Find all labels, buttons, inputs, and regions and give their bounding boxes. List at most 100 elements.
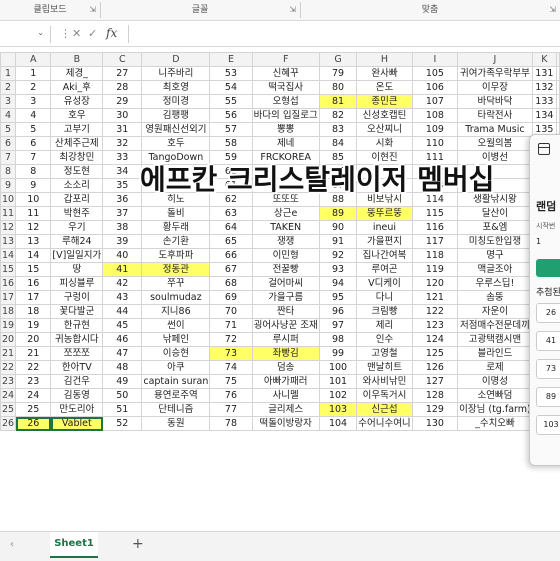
cell-d15[interactable]: 정동관: [141, 262, 211, 277]
column-header-k[interactable]: K: [531, 52, 558, 67]
cell-f14[interactable]: 이민형: [251, 248, 320, 263]
cell-e24[interactable]: 76: [209, 388, 253, 403]
cell-d14[interactable]: 도후파파: [141, 248, 211, 263]
cell-a5[interactable]: 5: [15, 122, 52, 137]
row-header[interactable]: 5: [0, 122, 17, 137]
cell-h12[interactable]: ineui: [356, 220, 413, 235]
cell-b19[interactable]: 한규현: [50, 318, 104, 333]
cell-i3[interactable]: 107: [411, 94, 459, 109]
cell-h6[interactable]: 시화: [356, 136, 413, 151]
row-header[interactable]: 19: [0, 318, 17, 333]
cell-c21[interactable]: 47: [102, 346, 143, 361]
cell-c7[interactable]: 33: [102, 150, 143, 165]
cell-c5[interactable]: 31: [102, 122, 143, 137]
cell-d22[interactable]: 아쿠: [141, 360, 211, 375]
row-header[interactable]: 21: [0, 346, 17, 361]
row-header[interactable]: 25: [0, 402, 17, 417]
column-header-e[interactable]: E: [209, 52, 253, 67]
cell-i23[interactable]: 127: [411, 374, 459, 389]
cell-e12[interactable]: 64: [209, 220, 253, 235]
cell-e2[interactable]: 54: [209, 80, 253, 95]
dialog-launcher-icon[interactable]: ⇲: [89, 0, 96, 20]
cell-f20[interactable]: 루시퍼: [251, 332, 320, 347]
cell-c14[interactable]: 40: [102, 248, 143, 263]
row-header[interactable]: 1: [0, 66, 17, 81]
cell-h3[interactable]: 종민큰: [356, 94, 413, 109]
cell-e20[interactable]: 72: [209, 332, 253, 347]
cell-j4[interactable]: 타락전사: [457, 108, 533, 123]
cell-d19[interactable]: 썬이: [141, 318, 211, 333]
row-header[interactable]: 22: [0, 360, 17, 375]
dialog-launcher-icon[interactable]: ⇲: [289, 0, 296, 20]
column-header-d[interactable]: D: [141, 52, 211, 67]
cell-e3[interactable]: 55: [209, 94, 253, 109]
cell-c18[interactable]: 44: [102, 304, 143, 319]
cell-b5[interactable]: 고부기: [50, 122, 104, 137]
cell-d6[interactable]: 호두: [141, 136, 211, 151]
cell-j22[interactable]: 로제: [457, 360, 533, 375]
cell-d11[interactable]: 돌비: [141, 206, 211, 221]
cell-c10[interactable]: 36: [102, 192, 143, 207]
cell-e23[interactable]: 75: [209, 374, 253, 389]
cell-j19[interactable]: 저점매수전문데끼: [457, 318, 533, 333]
cell-c16[interactable]: 42: [102, 276, 143, 291]
cell-c4[interactable]: 30: [102, 108, 143, 123]
cell-b22[interactable]: 한아TV: [50, 360, 104, 375]
cell-j14[interactable]: 명구: [457, 248, 533, 263]
row-header[interactable]: 23: [0, 374, 17, 389]
cell-c26[interactable]: 52: [102, 416, 143, 431]
cell-g25[interactable]: 103: [318, 402, 358, 417]
cell-d25[interactable]: 단테니즘: [141, 402, 211, 417]
cell-a10[interactable]: 10: [15, 192, 52, 207]
cell-g2[interactable]: 80: [318, 80, 358, 95]
cell-g17[interactable]: 95: [318, 290, 358, 305]
cell-j18[interactable]: 자운이: [457, 304, 533, 319]
cell-b11[interactable]: 박현주: [50, 206, 104, 221]
cell-h13[interactable]: 가을편지: [356, 234, 413, 249]
cell-h1[interactable]: 완사빠: [356, 66, 413, 81]
cell-j20[interactable]: 고광택캠시맨: [457, 332, 533, 347]
cell-g4[interactable]: 82: [318, 108, 358, 123]
cell-e26[interactable]: 78: [209, 416, 253, 431]
cell-f4[interactable]: 바다의 입질로그: [251, 108, 320, 123]
cell-h14[interactable]: 집나간여복: [356, 248, 413, 263]
cell-a1[interactable]: 1: [15, 66, 52, 81]
cell-e25[interactable]: 77: [209, 402, 253, 417]
dialog-launcher-icon[interactable]: ⇲: [549, 0, 556, 20]
cell-g6[interactable]: 84: [318, 136, 358, 151]
cell-d5[interactable]: 영원패신선외기: [141, 122, 211, 137]
column-header-i[interactable]: I: [411, 52, 459, 67]
cell-g13[interactable]: 91: [318, 234, 358, 249]
cell-h11[interactable]: 뚱뚜르뚱: [356, 206, 413, 221]
cell-c23[interactable]: 49: [102, 374, 143, 389]
column-header-f[interactable]: F: [251, 52, 320, 67]
cell-g15[interactable]: 93: [318, 262, 358, 277]
cell-i15[interactable]: 119: [411, 262, 459, 277]
cell-h23[interactable]: 와사비낚민: [356, 374, 413, 389]
cancel-icon[interactable]: ✕: [72, 27, 81, 40]
cell-b16[interactable]: 피싱블루: [50, 276, 104, 291]
cell-f5[interactable]: 뽕뽕: [251, 122, 320, 137]
cell-f23[interactable]: 아빠가패러: [251, 374, 320, 389]
cell-h15[interactable]: 루여곤: [356, 262, 413, 277]
cell-b3[interactable]: 유성장: [50, 94, 104, 109]
cell-j2[interactable]: 이무장: [457, 80, 533, 95]
cell-k1[interactable]: 131: [531, 66, 558, 81]
cell-a20[interactable]: 20: [15, 332, 52, 347]
cell-d20[interactable]: 낚페인: [141, 332, 211, 347]
cell-d13[interactable]: 손기환: [141, 234, 211, 249]
cell-f6[interactable]: 제네: [251, 136, 320, 151]
cell-d21[interactable]: 이승현: [141, 346, 211, 361]
cell-b13[interactable]: 루해24: [50, 234, 104, 249]
cell-b17[interactable]: 구렁이: [50, 290, 104, 305]
sheet-nav-prev-icon[interactable]: ‹: [10, 539, 14, 550]
cell-a19[interactable]: 19: [15, 318, 52, 333]
cell-c6[interactable]: 32: [102, 136, 143, 151]
cell-h16[interactable]: V디케이: [356, 276, 413, 291]
cell-a6[interactable]: 6: [15, 136, 52, 151]
cell-e19[interactable]: 71: [209, 318, 253, 333]
row-header[interactable]: 11: [0, 206, 17, 221]
column-header-g[interactable]: G: [318, 52, 358, 67]
cell-f24[interactable]: 사니멜: [251, 388, 320, 403]
cell-k2[interactable]: 132: [531, 80, 558, 95]
